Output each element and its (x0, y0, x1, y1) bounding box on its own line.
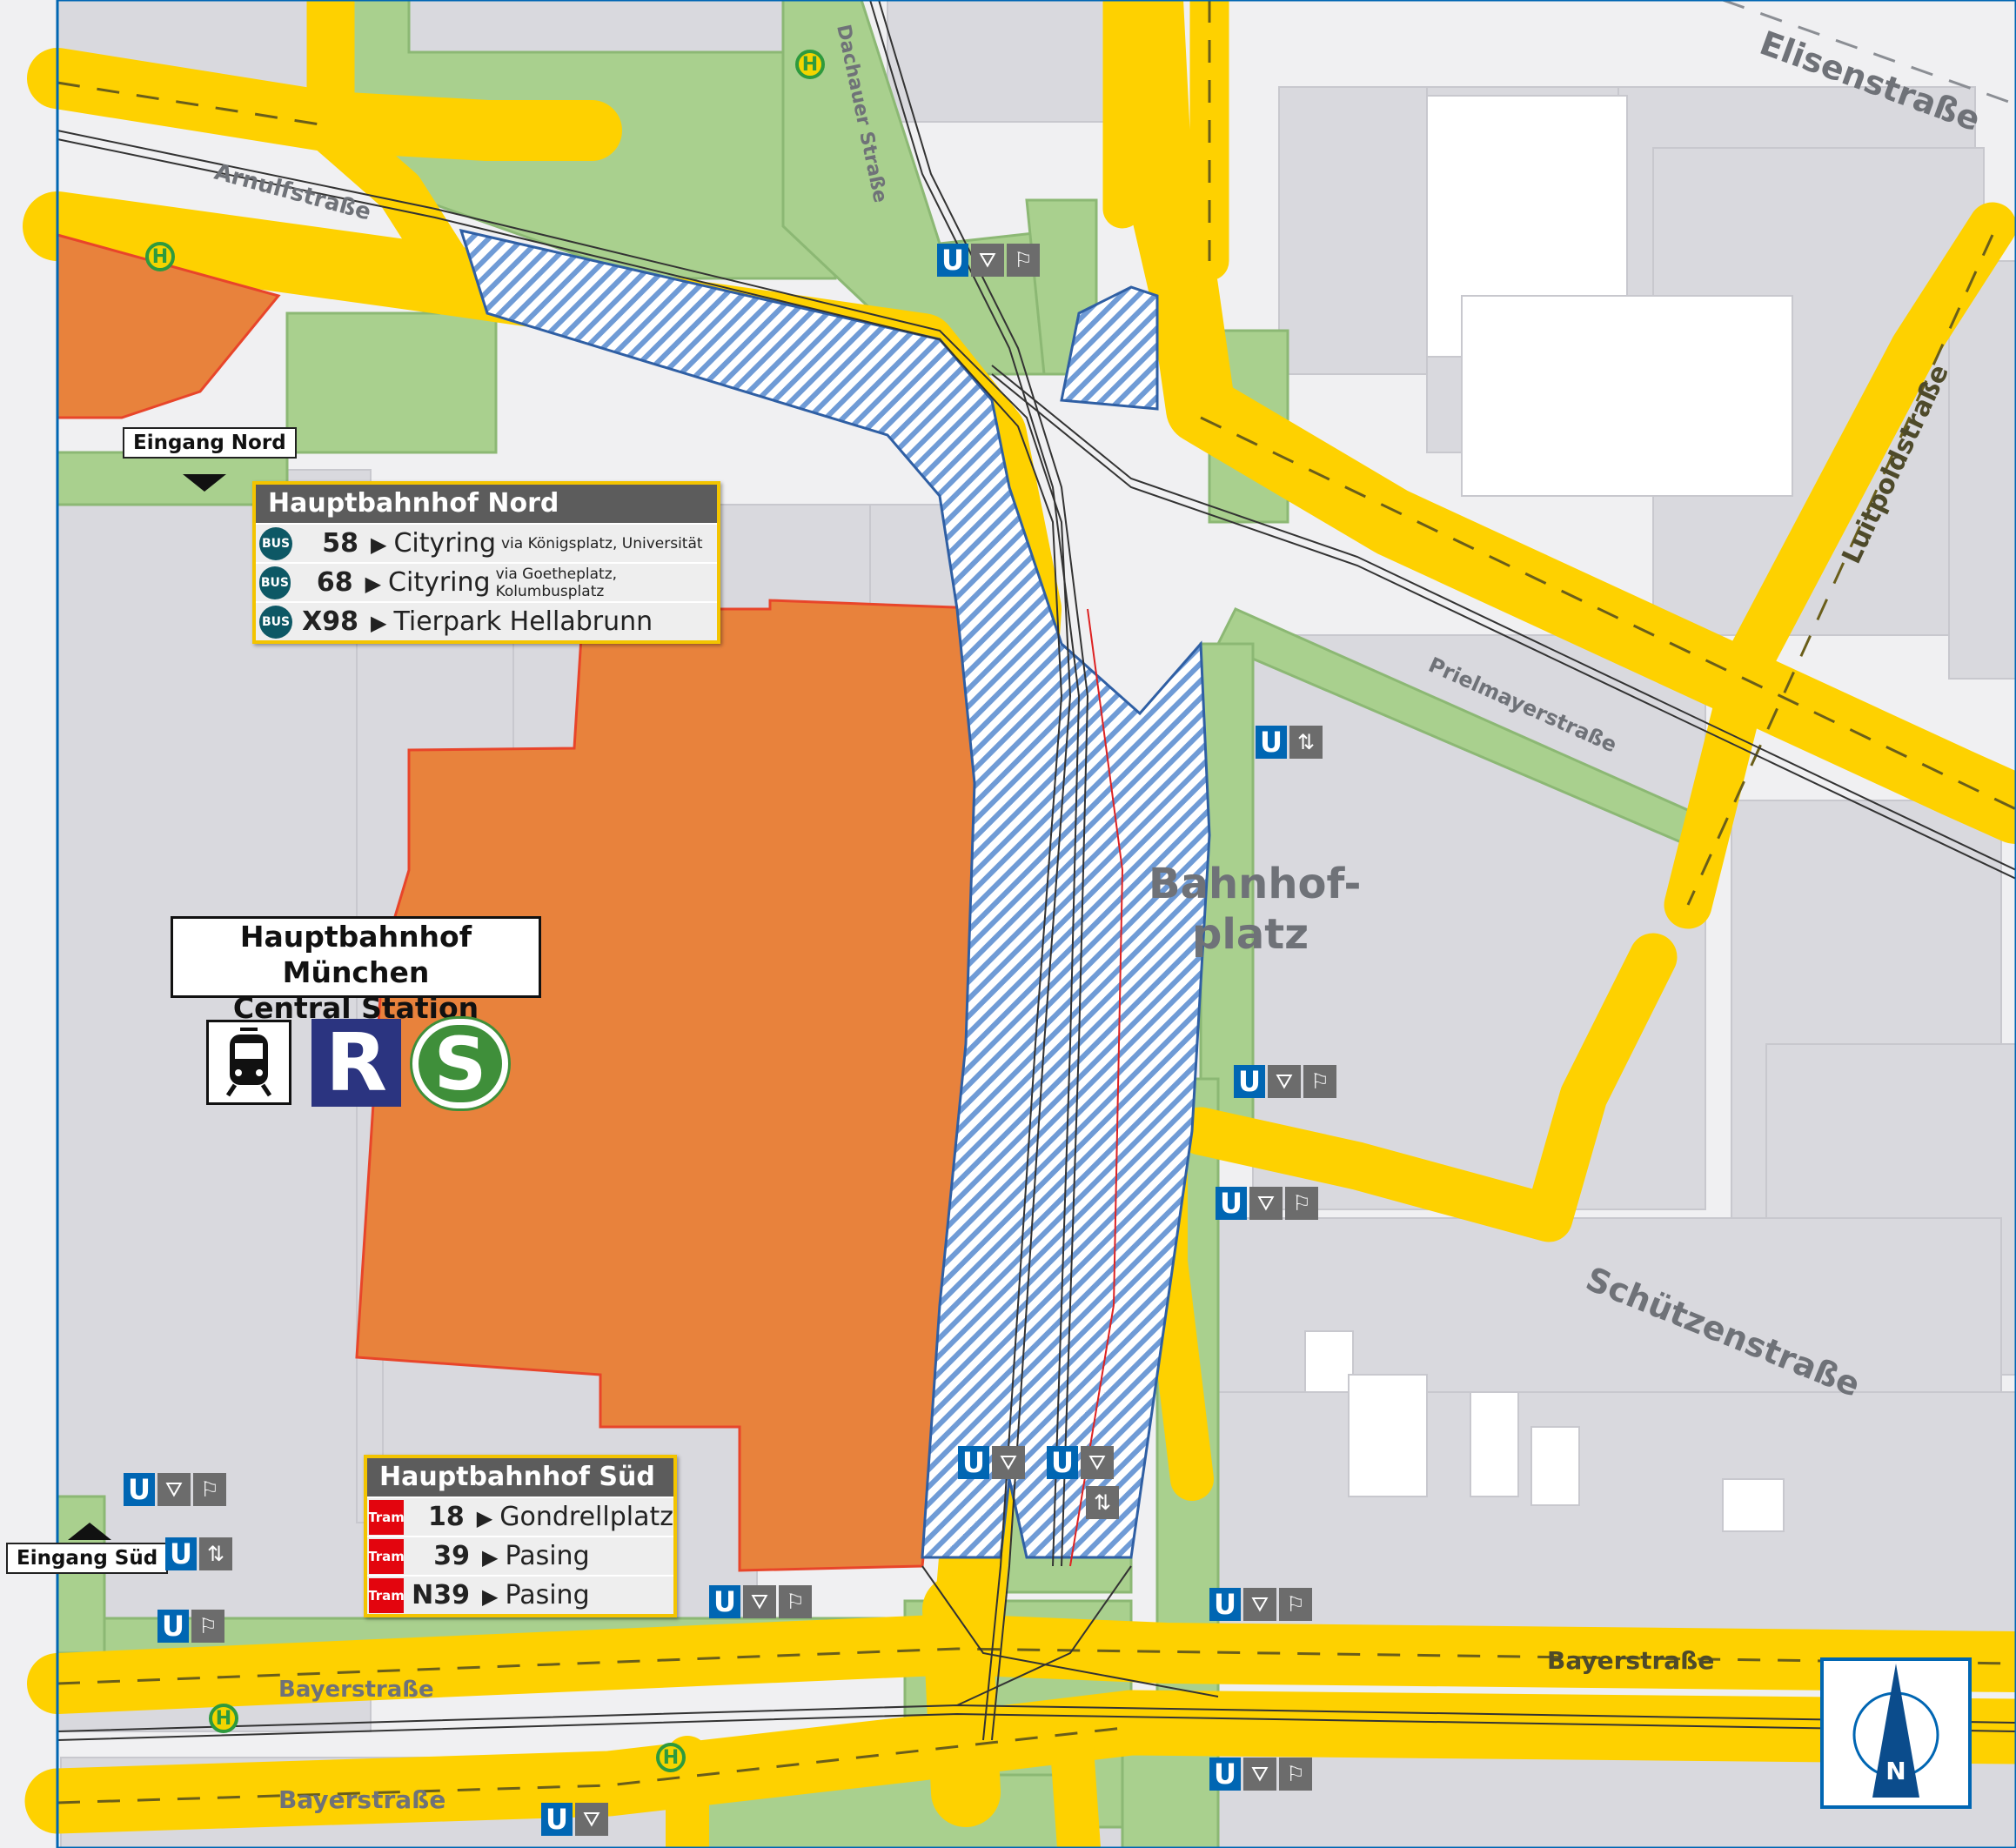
north-arrow-label: N (1885, 1757, 1905, 1785)
entrance-nord-label: Eingang Nord (123, 427, 297, 459)
stop-marker-bayer[interactable]: H (656, 1743, 686, 1772)
route-number: X98 (302, 606, 358, 637)
s-bahn-icon: S (412, 1019, 508, 1108)
ubahn-access-bayer-south-east[interactable]: U ⛛ ⚐ (1209, 1758, 1312, 1791)
escalator-icon: ⛛ (743, 1585, 776, 1618)
stop-marker-dachauer[interactable]: H (795, 50, 825, 79)
ubahn-icon: U (541, 1803, 573, 1836)
route-destination: ▶ Pasing (482, 1580, 590, 1610)
street-label-bayer-west: Bayerstraße (278, 1677, 434, 1703)
ubahn-access-sued-1[interactable]: U ⛛ (958, 1446, 1025, 1479)
stairs-icon: ⚐ (1279, 1758, 1312, 1791)
ubahn-icon: U (1209, 1588, 1241, 1621)
route-row[interactable]: Tram 18 ▶ Gondrellplatz (367, 1496, 673, 1536)
escalator-icon: ⛛ (1243, 1758, 1276, 1791)
route-row[interactable]: Tram 39 ▶ Pasing (367, 1536, 673, 1575)
stairs-icon: ⚐ (1303, 1065, 1336, 1098)
street-label-bayer-east: Bayerstraße (1547, 1646, 1714, 1675)
escalator-icon: ⛛ (575, 1803, 608, 1836)
escalator-icon: ⛛ (157, 1473, 191, 1506)
elevator-icon[interactable]: ⇅ (1086, 1486, 1119, 1519)
street-label-bayer-south: Bayerstraße (278, 1785, 445, 1814)
ubahn-access-west-2[interactable]: U ⇅ (165, 1537, 232, 1570)
escalator-icon: ⛛ (1081, 1446, 1114, 1479)
ubahn-icon: U (1209, 1758, 1241, 1791)
stairs-icon: ⚐ (1279, 1588, 1312, 1621)
bus-badge: BUS (259, 566, 291, 599)
ubahn-icon: U (165, 1537, 197, 1570)
stairs-icon: ⚐ (1285, 1187, 1318, 1220)
route-destination: ▶ Pasing (482, 1541, 590, 1571)
ubahn-icon: U (1216, 1187, 1247, 1220)
ubahn-access-bayer-south[interactable]: U ⛛ (541, 1803, 608, 1836)
bus-badge: BUS (259, 605, 292, 639)
station-name-line1: Hauptbahnhof München (239, 920, 472, 989)
route-destination: ▶ Cityring (371, 528, 496, 559)
ubahn-access-bahnhofplatz[interactable]: U ⛛ ⚐ (1234, 1065, 1336, 1098)
tram-badge: Tram (368, 1577, 405, 1613)
route-number: 18 (428, 1502, 465, 1532)
tram-badge: Tram (368, 1538, 405, 1574)
escalator-icon: ⛛ (971, 244, 1004, 277)
route-via: via Goetheplatz, Kolumbusplatz (495, 565, 618, 600)
regional-rail-icon: R (311, 1016, 401, 1109)
ubahn-access-dachauer[interactable]: U ⛛ ⚐ (937, 244, 1040, 277)
central-station-label: Hauptbahnhof München Central Station (171, 916, 541, 1025)
ubahn-icon: U (709, 1585, 740, 1618)
ubahn-icon: U (958, 1446, 989, 1479)
stop-marker-arnulf[interactable]: H (145, 242, 175, 271)
stop-panel-nord-title: Hauptbahnhof Nord (256, 485, 717, 523)
escalator-icon: ⛛ (992, 1446, 1025, 1479)
stop-panel-sued-title: Hauptbahnhof Süd (367, 1458, 673, 1496)
route-row[interactable]: Tram N39 ▶ Pasing (367, 1575, 673, 1614)
ubahn-access-sued-2[interactable]: U ⛛ (1047, 1446, 1114, 1479)
route-row[interactable]: BUS X98 ▶ Tierpark Hellabrunn (256, 601, 717, 640)
elevator-icon: ⇅ (199, 1537, 232, 1570)
north-arrow: N (1820, 1657, 1972, 1809)
route-number: 68 (316, 567, 353, 598)
stairs-icon: ⚐ (1007, 244, 1040, 277)
escalator-icon: ⛛ (1268, 1065, 1301, 1098)
stop-panel-nord: Hauptbahnhof Nord BUS 58 ▶ Cityring via K… (252, 481, 720, 644)
ubahn-icon: U (1256, 726, 1287, 759)
square-label-bahnhofplatz-2: platz (1192, 910, 1309, 959)
bus-badge: BUS (259, 526, 292, 560)
route-row[interactable]: BUS 58 ▶ Cityring via Königsplatz, Univer… (256, 523, 717, 562)
route-number: 39 (433, 1541, 470, 1571)
ubahn-icon: U (124, 1473, 155, 1506)
route-row[interactable]: BUS 68 ▶ Cityring via Goetheplatz, Kolumb… (256, 562, 717, 601)
train-icon (206, 1020, 291, 1105)
stairs-icon: ⚐ (779, 1585, 812, 1618)
ubahn-access-bayer-west[interactable]: U ⛛ ⚐ (709, 1585, 812, 1618)
route-via: via Königsplatz, Universität (501, 534, 703, 552)
route-destination: ▶ Cityring (365, 567, 491, 598)
route-destination: ▶ Tierpark Hellabrunn (371, 606, 653, 637)
stairs-icon: ⚐ (191, 1610, 224, 1643)
ubahn-icon: U (937, 244, 968, 277)
elevator-icon: ⇅ (1289, 726, 1323, 759)
ubahn-access-prielmayer[interactable]: U ⇅ (1256, 726, 1323, 759)
ubahn-access-west-3[interactable]: U ⚐ (157, 1610, 224, 1643)
ubahn-access-bayer-east[interactable]: U ⛛ ⚐ (1209, 1588, 1312, 1621)
route-destination: ▶ Gondrellplatz (476, 1502, 673, 1532)
square-label-bahnhofplatz-1: Bahnhof- (1149, 860, 1361, 908)
ubahn-icon: U (1234, 1065, 1265, 1098)
escalator-icon: ⛛ (1243, 1588, 1276, 1621)
tram-badge: Tram (368, 1499, 405, 1535)
ubahn-access-schuetzen[interactable]: U ⛛ ⚐ (1216, 1187, 1318, 1220)
stop-marker-bayer-west[interactable]: H (209, 1704, 238, 1733)
stop-panel-sued: Hauptbahnhof Süd Tram 18 ▶ Gondrellplatz … (364, 1455, 677, 1617)
stairs-icon: ⚐ (193, 1473, 226, 1506)
entrance-sued-label: Eingang Süd (6, 1543, 169, 1574)
ubahn-access-west-1[interactable]: U ⛛ ⚐ (124, 1473, 226, 1506)
escalator-icon: ⛛ (1249, 1187, 1283, 1220)
route-number: N39 (412, 1580, 470, 1610)
ubahn-icon: U (1047, 1446, 1078, 1479)
route-number: 58 (322, 528, 358, 559)
ubahn-icon: U (157, 1610, 189, 1643)
